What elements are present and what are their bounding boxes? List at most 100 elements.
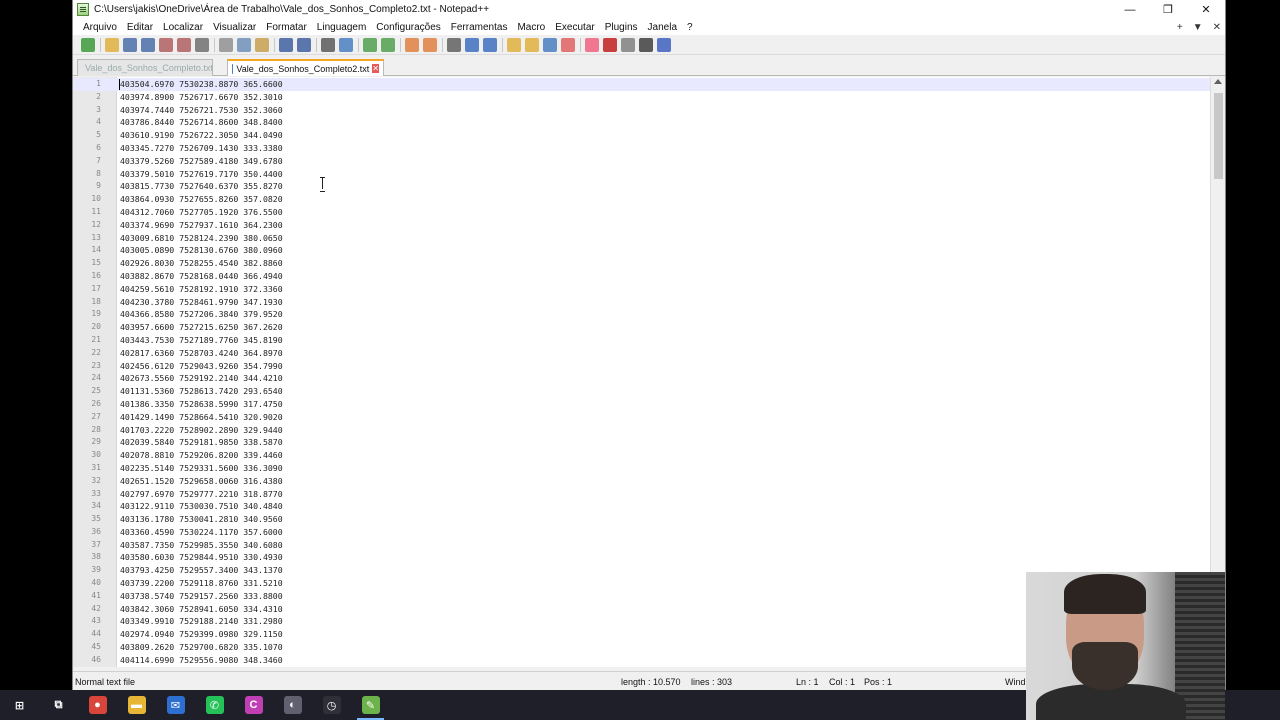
whatsapp-taskbar-button[interactable]: ✆ [195,690,234,720]
editor-line[interactable]: 9 403815.7730 7527640.6370 355.8270 [73,180,1210,193]
editor-line[interactable]: 15 402926.8030 7528255.4540 382.8860 [73,257,1210,270]
notepadpp-taskbar-button[interactable]: ✎ [351,690,390,720]
save-icon[interactable] [123,37,137,52]
editor-line[interactable]: 16 403882.8670 7528168.0440 366.4940 [73,270,1210,283]
menu-visualizar[interactable]: Visualizar [208,22,261,33]
editor-line[interactable]: 30 402078.8810 7529206.8200 339.4460 [73,449,1210,462]
editor-line[interactable]: 34 403122.9110 7530030.7510 340.4840 [73,500,1210,513]
editor-line[interactable]: 24 402673.5560 7529192.2140 344.4210 [73,372,1210,385]
sync-v-icon[interactable] [405,37,419,52]
editor-line[interactable]: 13 403009.6810 7528124.2390 380.0650 [73,232,1210,245]
show-all-chars-icon[interactable] [465,37,479,52]
menu-macro[interactable]: Macro [512,22,550,33]
editor-line[interactable]: 28 401703.2220 7528902.2890 329.9440 [73,424,1210,437]
scroll-up-icon[interactable] [1214,79,1222,84]
editor-line[interactable]: 35 403136.1780 7530041.2810 340.9560 [73,513,1210,526]
editor-line[interactable]: 29 402039.5840 7529181.9850 338.5870 [73,436,1210,449]
menu-formatar[interactable]: Formatar [261,22,312,33]
menu-localizar[interactable]: Localizar [158,22,208,33]
save-macro-icon[interactable] [657,37,671,52]
open-file-icon[interactable] [105,37,119,52]
editor-line[interactable]: 22 402817.6360 7528703.4240 364.8970 [73,347,1210,360]
replace-icon[interactable] [339,37,353,52]
editor-line[interactable]: 23 402456.6120 7529043.9260 354.7990 [73,360,1210,373]
editor-line[interactable]: 4 403786.8440 7526714.8600 348.8400 [73,116,1210,129]
menu-plugins[interactable]: Plugins [600,22,643,33]
new-file-icon[interactable] [81,37,95,52]
editor-line[interactable]: 37 403587.7350 7529985.3550 340.6080 [73,539,1210,552]
run-macro-multiple-icon[interactable] [639,37,653,52]
canva-taskbar-button[interactable]: C [234,690,273,720]
sync-h-icon[interactable] [423,37,437,52]
chrome-taskbar-button[interactable]: ● [78,690,117,720]
tab-vale-dos-sonhos-completo2[interactable]: Vale_dos_Sonhos_Completo2.txt ✕ [227,59,384,76]
find-icon[interactable] [321,37,335,52]
file-explorer-taskbar-button[interactable]: ▬ [117,690,156,720]
editor-line[interactable]: 17 404259.5610 7528192.1910 372.3360 [73,283,1210,296]
menu-arquivo[interactable]: Arquivo [78,22,122,33]
new-tab-button[interactable]: + [1177,22,1183,33]
editor-line[interactable]: 32 402651.1520 7529658.0060 316.4380 [73,475,1210,488]
save-all-icon[interactable] [141,37,155,52]
editor-line[interactable]: 3 403974.7440 7526721.7530 352.3060 [73,104,1210,117]
menu-editar[interactable]: Editar [122,22,158,33]
minimize-button[interactable]: — [1111,0,1149,19]
zoom-out-icon[interactable] [381,37,395,52]
clock-app-taskbar-button[interactable]: ◷ [312,690,351,720]
monitor-icon[interactable] [561,37,575,52]
indent-guide-icon[interactable] [483,37,497,52]
editor-line[interactable]: 5 403610.9190 7526722.3050 344.0490 [73,129,1210,142]
editor-line[interactable]: 27 401429.1490 7528664.5410 320.9020 [73,411,1210,424]
menu-ferramentas[interactable]: Ferramentas [446,22,513,33]
redo-icon[interactable] [297,37,311,52]
stop-macro-icon[interactable] [603,37,617,52]
menu-executar[interactable]: Executar [550,22,599,33]
close-tab-icon[interactable]: ✕ [372,64,379,73]
zoom-in-icon[interactable] [363,37,377,52]
close-all-icon[interactable] [177,37,191,52]
editor-line[interactable]: 7 403379.5260 7527589.4180 349.6780 [73,155,1210,168]
editor-line[interactable]: 38 403580.6030 7529844.9510 330.4930 [73,551,1210,564]
restore-button[interactable]: ❐ [1149,0,1187,19]
editor-line[interactable]: 36 403360.4590 7530224.1170 357.6000 [73,526,1210,539]
tab-list-button[interactable]: ▼ [1193,22,1203,33]
close-doc-button[interactable]: ✕ [1213,22,1221,33]
editor-line[interactable]: 21 403443.7530 7527189.7760 345.8190 [73,334,1210,347]
editor-line[interactable]: 31 402235.5140 7529331.5600 336.3090 [73,462,1210,475]
mail-taskbar-button[interactable]: ✉ [156,690,195,720]
play-macro-icon[interactable] [621,37,635,52]
editor-line[interactable]: 33 402797.6970 7529777.2210 318.8770 [73,488,1210,501]
editor-line[interactable]: 2 403974.8900 7526717.6670 352.3010 [73,91,1210,104]
close-icon[interactable] [159,37,173,52]
editor-line[interactable]: 14 403005.0890 7528130.6760 380.0960 [73,244,1210,257]
paste-icon[interactable] [255,37,269,52]
doc-map-icon[interactable] [507,37,521,52]
editor-line[interactable]: 12 403374.9690 7527937.1610 364.2300 [73,219,1210,232]
editor-line[interactable]: 26 401386.3350 7528638.5990 317.4750 [73,398,1210,411]
folder-workspace-icon[interactable] [543,37,557,52]
editor-line[interactable]: 19 404366.8580 7527206.3840 379.9520 [73,308,1210,321]
word-wrap-icon[interactable] [447,37,461,52]
editor-line[interactable]: 1 403504.6970 7530238.8870 365.6600 [73,78,1210,91]
scroll-thumb[interactable] [1214,93,1223,179]
task-view-taskbar-button[interactable]: ⧉ [39,690,78,720]
editor-line[interactable]: 6 403345.7270 7526709.1430 333.3380 [73,142,1210,155]
editor-line[interactable]: 25 401131.5360 7528613.7420 293.6540 [73,385,1210,398]
menu-help[interactable]: ? [682,22,698,33]
editor-line[interactable]: 11 404312.7060 7527705.1920 376.5500 [73,206,1210,219]
record-macro-icon[interactable] [585,37,599,52]
undo-icon[interactable] [279,37,293,52]
function-list-icon[interactable] [525,37,539,52]
editor-line[interactable]: 10 403864.0930 7527655.8260 357.0820 [73,193,1210,206]
copy-icon[interactable] [237,37,251,52]
editor-line[interactable]: 8 403379.5010 7527619.7170 350.4400 [73,168,1210,181]
editor-line[interactable]: 20 403957.6600 7527215.6250 367.2620 [73,321,1210,334]
app-taskbar-button[interactable]: ◐ [273,690,312,720]
windows-start-taskbar-button[interactable]: ⊞ [0,690,39,720]
tab-vale-dos-sonhos-completo[interactable]: Vale_dos_Sonhos_Completo.txt [77,59,213,76]
menu-linguagem[interactable]: Linguagem [312,22,371,33]
menu-configuracoes[interactable]: Configurações [371,22,445,33]
cut-icon[interactable] [219,37,233,52]
editor-line[interactable]: 18 404230.3780 7528461.9790 347.1930 [73,296,1210,309]
menu-janela[interactable]: Janela [643,22,682,33]
